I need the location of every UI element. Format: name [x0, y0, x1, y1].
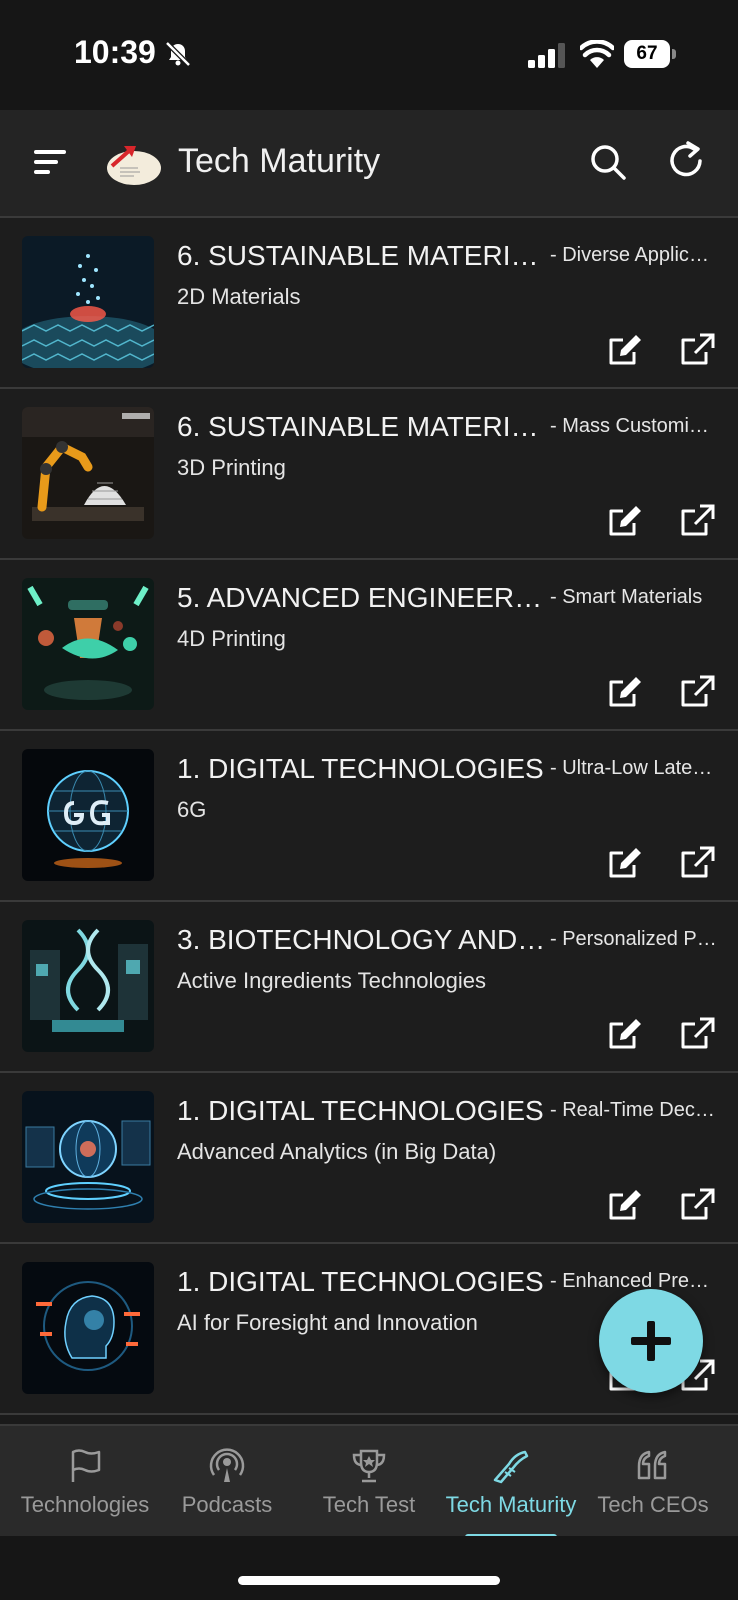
row-technology-name: Active Ingredients Technologies	[177, 968, 487, 993]
status-bar: 10:39 67	[0, 0, 738, 110]
row-category: 6. SUSTAINABLE MATERIALS	[177, 411, 547, 442]
nav-tab-podcasts[interactable]: Podcasts	[154, 1426, 300, 1538]
row-subtitle: - Enhanced Predictions	[550, 1270, 718, 1292]
status-time: 10:39	[74, 34, 156, 70]
wifi-icon	[580, 40, 614, 68]
edit-icon[interactable]	[606, 503, 644, 539]
bottom-navigation: Technologies Podcasts Tech Test Tech Mat…	[0, 1424, 738, 1540]
list-item[interactable]: 6. SUSTAINABLE MATERIALS - Diverse Appli…	[0, 218, 738, 389]
nav-label: Tech Test	[322, 1492, 416, 1517]
row-subtitle: - Ultra-Low Latency	[550, 757, 718, 779]
trophy-icon	[352, 1449, 386, 1483]
edit-icon[interactable]	[606, 674, 644, 710]
refresh-icon[interactable]	[666, 140, 708, 182]
row-subtitle: - Diverse Applications	[550, 244, 718, 266]
row-subtitle: - Smart Materials	[550, 586, 703, 608]
nav-label: Tech Maturity	[445, 1492, 577, 1517]
technology-thumbnail	[22, 1262, 154, 1394]
edit-icon[interactable]	[606, 1016, 644, 1052]
row-category: 1. DIGITAL TECHNOLOGIES	[177, 753, 544, 784]
edit-icon[interactable]	[606, 845, 644, 881]
list-item[interactable]: 6. SUSTAINABLE MATERIALS - Mass Customiz…	[0, 389, 738, 560]
row-technology-name: 4D Printing	[177, 626, 286, 651]
menu-icon[interactable]	[30, 144, 70, 180]
technology-thumbnail	[22, 407, 154, 539]
open-external-icon[interactable]	[678, 1187, 716, 1223]
app-bar: Tech Maturity	[0, 110, 738, 218]
row-technology-name: Advanced Analytics (in Big Data)	[177, 1139, 497, 1164]
search-icon[interactable]	[588, 142, 628, 182]
row-category: 6. SUSTAINABLE MATERIALS	[177, 240, 547, 271]
row-technology-name: AI for Foresight and Innovation	[177, 1310, 478, 1335]
list-item[interactable]: 5. ADVANCED ENGINEERING - Smart Material…	[0, 560, 738, 731]
page-title: Tech Maturity	[178, 142, 381, 180]
row-category: 5. ADVANCED ENGINEERING	[177, 582, 547, 613]
list-item[interactable]: 1. DIGITAL TECHNOLOGIES - Real-Time Deci…	[0, 1073, 738, 1244]
technology-thumbnail	[22, 1091, 154, 1223]
nav-tab-tech-maturity[interactable]: Tech Maturity	[438, 1426, 584, 1538]
nav-tab-technologies[interactable]: Technologies	[12, 1426, 158, 1538]
open-external-icon[interactable]	[678, 332, 716, 368]
nav-tab-tech-test[interactable]: Tech Test	[296, 1426, 442, 1538]
ribbon-icon	[493, 1450, 529, 1484]
plus-icon	[631, 1321, 671, 1361]
battery-level: 67	[624, 40, 670, 68]
cellular-signal-icon	[528, 43, 565, 68]
technology-thumbnail	[22, 236, 154, 368]
row-subtitle: - Mass Customization	[550, 415, 718, 437]
nav-label: Technologies	[20, 1492, 150, 1517]
list-item[interactable]: 1. DIGITAL TECHNOLOGIES - Ultra-Low Late…	[0, 731, 738, 902]
technology-list: 6. SUSTAINABLE MATERIALS - Diverse Appli…	[0, 218, 738, 1424]
list-item[interactable]: 3. BIOTECHNOLOGY AND HEALTH - Personaliz…	[0, 902, 738, 1073]
row-category: 1. DIGITAL TECHNOLOGIES	[177, 1095, 544, 1126]
row-technology-name: 6G	[177, 797, 207, 822]
nav-label: Podcasts	[181, 1492, 273, 1517]
row-subtitle: - Personalized Products	[550, 928, 718, 950]
open-external-icon[interactable]	[678, 1016, 716, 1052]
row-technology-name: 2D Materials	[177, 284, 301, 309]
open-external-icon[interactable]	[678, 845, 716, 881]
technology-thumbnail	[22, 920, 154, 1052]
app-logo	[107, 146, 161, 185]
bell-off-icon	[165, 41, 191, 67]
nav-tab-tech-ceos[interactable]: Tech CEOs	[580, 1426, 726, 1538]
add-button[interactable]	[599, 1289, 703, 1393]
row-technology-name: 3D Printing	[177, 455, 286, 480]
podcast-icon	[209, 1448, 245, 1482]
battery-icon: 67	[624, 40, 676, 68]
row-category: 1. DIGITAL TECHNOLOGIES	[177, 1266, 544, 1297]
row-category: 3. BIOTECHNOLOGY AND HEALTH	[177, 924, 547, 955]
technology-thumbnail	[22, 578, 154, 710]
home-indicator[interactable]	[238, 1576, 500, 1585]
flag-icon	[71, 1449, 101, 1482]
row-subtitle: - Real-Time Decisions	[550, 1099, 718, 1121]
quote-icon	[637, 1450, 667, 1480]
gesture-area	[0, 1536, 738, 1600]
technology-thumbnail	[22, 749, 154, 881]
edit-icon[interactable]	[606, 1187, 644, 1223]
edit-icon[interactable]	[606, 332, 644, 368]
open-external-icon[interactable]	[678, 503, 716, 539]
nav-label: Tech CEOs	[597, 1492, 709, 1517]
open-external-icon[interactable]	[678, 674, 716, 710]
